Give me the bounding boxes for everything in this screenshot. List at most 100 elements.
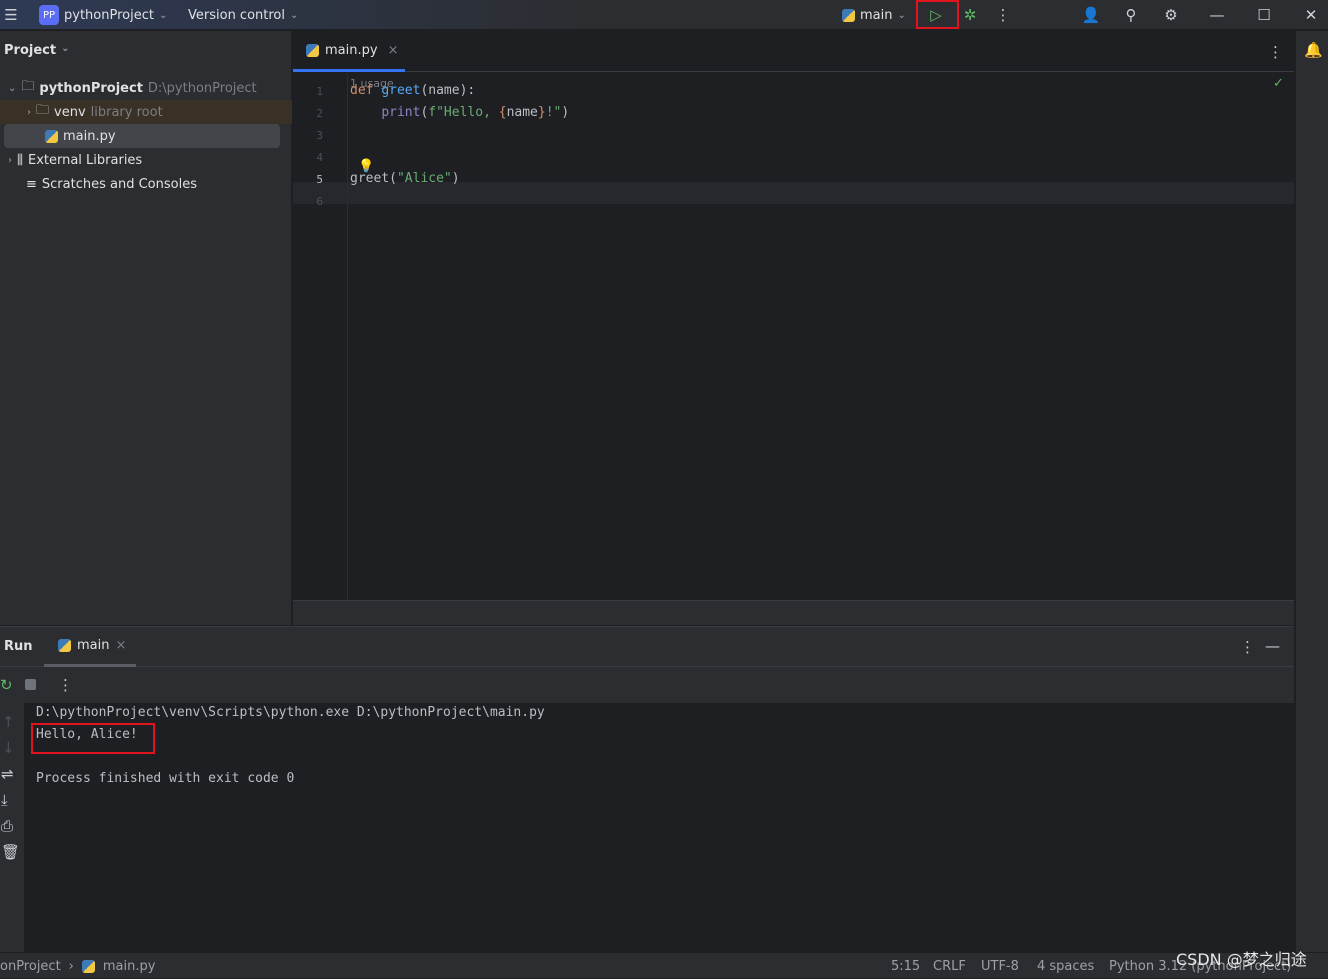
title-bar: ☰ PP pythonProject ⌄ Version control ⌄ mai… [0,0,1328,30]
code-token: name [506,105,538,120]
tree-label: Scratches and Consoles [41,176,197,192]
maximize-icon[interactable]: ☐ [1255,0,1273,30]
run-config-selector[interactable]: main ⌄ [842,0,906,30]
tree-item-external-libraries[interactable]: › ⫼ External Libraries [0,148,292,172]
console-exit-line: Process finished with exit code 0 [36,771,295,786]
code-token: ) [451,171,460,186]
main-menu-icon[interactable]: ☰ [2,0,20,30]
python-icon [58,639,71,652]
arrow-up-icon[interactable]: ↑ [2,713,15,731]
code-line: def greet(name): [350,83,475,98]
python-file-icon [81,959,95,973]
run-panel: Run main × ⋮ — ↻ ⋮ ↑ ↓ ⇌ ⤓ ⎙ 🗑 D:\pythonP… [0,626,1294,953]
code-line: greet("Alice") [350,171,460,186]
tree-item-project-root[interactable]: ⌄ 🗀 pythonProject D:\pythonProject [0,76,292,100]
run-panel-header: Run main × ⋮ — [0,627,1294,667]
close-tab-icon[interactable]: × [115,638,126,653]
more-icon[interactable]: ⋮ [1268,43,1283,61]
chevron-down-icon: ⌄ [158,9,168,21]
line-number: 5 [316,173,323,186]
code-editor[interactable]: main.py × ⋮ 1 usage ✓ 💡 1 def greet(name):… [293,31,1294,600]
run-toolbar: ↻ ⋮ [0,667,1294,703]
search-icon[interactable]: ⚲ [1120,0,1142,30]
code-token: def [350,83,382,98]
minimize-icon[interactable]: — [1208,0,1226,30]
tree-label: main.py [63,128,116,144]
chevron-down-icon: ⌄ [897,9,906,21]
library-icon: ⫼ [17,152,23,168]
file-encoding[interactable]: UTF-8 [981,953,1019,979]
rerun-icon[interactable]: ↻ [0,676,13,694]
tree-item-main-py[interactable]: main.py [4,124,280,148]
stop-icon[interactable] [25,679,36,690]
breadcrumb-project[interactable]: onProject [0,959,61,974]
chevron-down-icon: ⌄ [8,82,17,94]
chevron-down-icon: ⌄ [290,9,299,21]
gutter-divider [347,73,348,600]
folder-icon: 🗀 [36,103,50,118]
project-name: pythonProject [64,7,154,23]
code-token: (name): [420,83,476,98]
hide-panel-icon[interactable]: — [1265,637,1280,655]
tree-label: pythonProject [39,80,143,96]
run-tab-main[interactable]: main × [44,627,136,667]
project-panel-title[interactable]: Project ⌄ [4,43,69,58]
scratches-icon: ≡ [26,176,37,192]
chevron-right-icon: › [27,106,31,118]
more-icon[interactable]: ⋮ [996,0,1011,30]
notifications-bell-icon[interactable]: 🔔 [1304,41,1323,59]
tree-item-scratches[interactable]: ≡ Scratches and Consoles [0,172,292,196]
output-highlight [31,723,155,754]
print-icon[interactable]: ⎙ [1,817,13,835]
breadcrumb[interactable]: onProject › main.py [0,953,155,979]
debug-bug-icon[interactable]: ✲ [960,0,980,30]
run-tab-label: main [77,638,110,653]
python-file-icon [306,43,319,57]
more-icon[interactable]: ⋮ [58,676,73,694]
code-token: greet( [350,171,397,186]
trash-icon[interactable]: 🗑 [1,843,20,861]
console-side-toolbar: ↑ ↓ ⇌ ⤓ ⎙ 🗑 [0,703,24,953]
scroll-to-end-icon[interactable]: ⤓ [1,791,8,809]
tree-hint: library root [90,104,163,120]
close-tab-icon[interactable]: × [388,43,399,58]
vcs-label: Version control [188,7,285,23]
code-token: print [381,105,421,120]
line-separator[interactable]: CRLF [933,953,966,979]
tab-main-py[interactable]: main.py × [293,31,405,72]
project-badge: PP [39,5,59,25]
chevron-right-icon: › [68,958,74,974]
vcs-menu[interactable]: Version control ⌄ [188,0,298,30]
tree-item-venv[interactable]: › 🗀 venv library root [0,100,292,124]
gear-icon[interactable]: ⚙ [1160,0,1182,30]
run-panel-title: Run [4,639,33,654]
tree-label: External Libraries [27,152,143,168]
code-line: print(f"Hello, {name}!") [350,105,569,120]
indent-setting[interactable]: 4 spaces [1037,953,1094,979]
breadcrumb-file[interactable]: main.py [103,959,156,974]
run-button-highlight [916,0,959,29]
console-command-line: D:\pythonProject\venv\Scripts\python.exe… [36,705,545,720]
chevron-down-icon: ⌄ [61,43,70,54]
project-panel: Project ⌄ ⌄ 🗀 pythonProject D:\pythonProject… [0,31,292,625]
folder-icon: 🗀 [21,79,35,94]
add-user-icon[interactable]: 👤 [1080,0,1102,30]
right-tool-strip: 🔔 [1295,31,1328,952]
project-switcher[interactable]: PP pythonProject ⌄ [39,0,167,30]
line-number: 1 [316,85,323,98]
code-token: ) [561,105,570,120]
chevron-right-icon: › [8,154,12,166]
watermark: CSDN @梦之归途 [1176,950,1307,969]
more-icon[interactable]: ⋮ [1240,638,1255,656]
check-icon: ✓ [1273,76,1284,91]
code-token: greet [381,83,421,98]
line-number: 2 [316,107,323,120]
close-icon[interactable]: ✕ [1302,0,1320,30]
editor-tab-bar: main.py × ⋮ [293,31,1294,72]
soft-wrap-icon[interactable]: ⇌ [1,765,14,783]
arrow-down-icon[interactable]: ↓ [2,739,15,757]
caret-position[interactable]: 5:15 [891,953,920,979]
line-number: 6 [316,195,323,208]
run-config-label: main [860,7,893,23]
